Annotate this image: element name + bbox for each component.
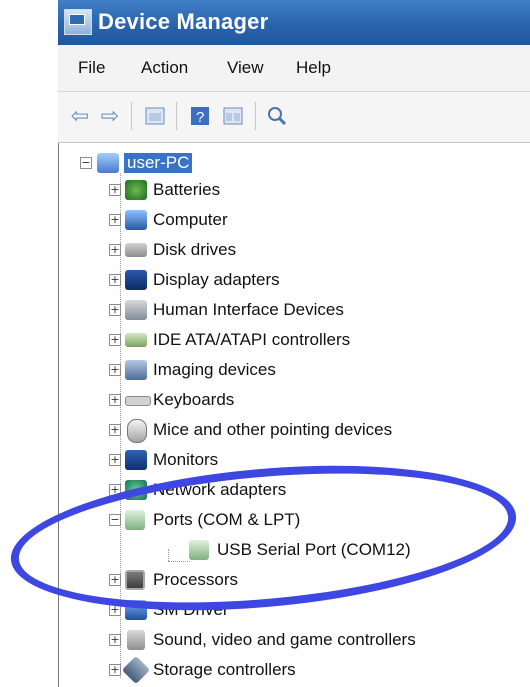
menu-file[interactable]: File [78, 58, 105, 78]
hid-icon [125, 300, 147, 320]
title-bar: Device Manager [58, 0, 530, 45]
expand-icon[interactable]: + [109, 604, 121, 616]
scan-hardware-icon[interactable] [265, 104, 289, 128]
device-manager-window: Device Manager File Action View Help ⇦ ⇨… [58, 0, 530, 687]
expand-icon[interactable]: + [109, 334, 121, 346]
imaging-device-icon [125, 360, 147, 380]
disk-drive-icon [125, 243, 147, 257]
expand-icon[interactable]: + [109, 214, 121, 226]
help-icon[interactable]: ? [188, 104, 212, 128]
expand-icon[interactable]: + [109, 304, 121, 316]
expand-icon[interactable]: + [109, 574, 121, 586]
computer-icon [125, 210, 147, 230]
expand-icon[interactable]: + [109, 424, 121, 436]
menu-action[interactable]: Action [141, 58, 188, 78]
network-adapter-icon [125, 480, 147, 500]
port-icon [125, 510, 145, 530]
expand-icon[interactable]: + [109, 484, 121, 496]
computer-root-icon [97, 153, 119, 173]
usb-serial-port-icon [189, 540, 209, 560]
storage-controller-icon [121, 655, 151, 685]
ide-controller-icon [125, 333, 147, 347]
svg-text:?: ? [196, 109, 204, 126]
menu-view[interactable]: View [227, 58, 264, 78]
monitor-icon [125, 450, 147, 470]
keyboard-icon [125, 396, 151, 406]
processor-icon [125, 570, 145, 590]
collapse-icon[interactable]: − [109, 514, 121, 526]
sm-driver-icon [125, 600, 147, 620]
console-panel-icon[interactable] [221, 104, 245, 128]
expand-icon[interactable]: + [109, 244, 121, 256]
expand-icon[interactable]: + [109, 664, 121, 676]
forward-arrow-icon[interactable]: ⇨ [98, 103, 122, 128]
expand-icon[interactable]: + [109, 184, 121, 196]
window-title: Device Manager [98, 9, 269, 34]
mouse-icon [127, 419, 147, 443]
expand-icon[interactable]: + [109, 364, 121, 376]
device-manager-icon [64, 9, 92, 35]
expand-icon[interactable]: + [109, 454, 121, 466]
display-adapter-icon [125, 270, 147, 290]
collapse-icon[interactable]: − [80, 157, 92, 169]
back-arrow-icon[interactable]: ⇦ [68, 103, 92, 128]
toolbar: ⇦ ⇨ ? [58, 92, 530, 143]
batteries-icon [125, 180, 147, 200]
menu-help[interactable]: Help [296, 58, 331, 78]
menu-bar: File Action View Help [58, 45, 530, 92]
expand-icon[interactable]: + [109, 394, 121, 406]
speaker-icon [127, 630, 145, 650]
expand-icon[interactable]: + [109, 634, 121, 646]
expand-icon[interactable]: + [109, 274, 121, 286]
properties-panel-icon[interactable] [143, 104, 167, 128]
device-tree: − user-PC + Batteries + Computer + Disk … [58, 143, 530, 687]
